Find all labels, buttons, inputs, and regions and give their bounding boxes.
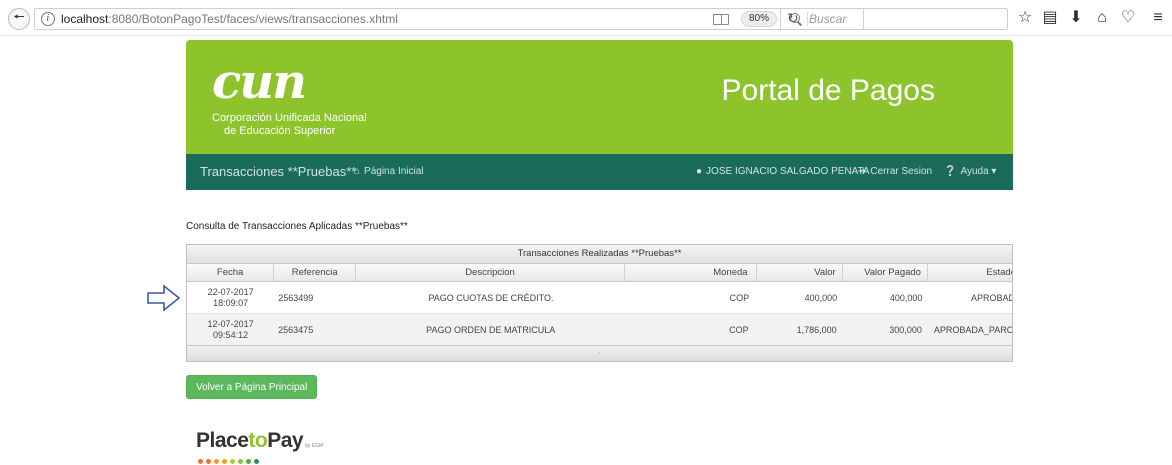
reader-view-icon[interactable] bbox=[713, 14, 729, 25]
download-icon[interactable]: ⬇ bbox=[1066, 8, 1086, 28]
url-host: localhost bbox=[61, 12, 109, 26]
page-title: Portal de Pagos bbox=[721, 74, 935, 107]
cell-fecha-time: 18:09:07 bbox=[213, 297, 249, 308]
nav-home-label: Página Inicial bbox=[364, 166, 424, 177]
cell-estado: APROBADA bbox=[970, 292, 1012, 303]
search-input[interactable]: Buscar bbox=[780, 8, 1008, 30]
search-icon bbox=[789, 12, 803, 26]
table-footer-paginator: · bbox=[187, 345, 1012, 361]
logo-subtitle-line1: Corporación Unificada Nacional bbox=[212, 112, 367, 124]
bookmarks-list-icon[interactable]: ▤ bbox=[1040, 8, 1060, 28]
cell-fecha: 12-07-2017 09:54:12 bbox=[187, 314, 274, 345]
cell-fecha: 22-07-2017 18:09:07 bbox=[187, 282, 274, 313]
zoom-level[interactable]: 80% bbox=[741, 11, 778, 27]
menu-icon[interactable]: ≡ bbox=[1148, 8, 1168, 28]
cell-referencia: 2563475 bbox=[278, 324, 314, 335]
nav-brand[interactable]: Transacciones **Pruebas** bbox=[200, 164, 356, 179]
home-icon: ⌂ bbox=[354, 166, 361, 177]
cell-valor-pagado: 400,000 bbox=[889, 292, 923, 303]
column-header-descripcion[interactable]: Descripcion bbox=[356, 264, 625, 281]
cell-valor-pagado: 300,000 bbox=[889, 324, 922, 335]
placetopay-dot bbox=[230, 459, 235, 464]
placetopay-dot bbox=[238, 459, 243, 464]
column-header-referencia[interactable]: Referencia bbox=[274, 264, 357, 281]
ptp-to: to bbox=[248, 429, 268, 452]
placetopay-dot bbox=[198, 459, 203, 464]
bookmark-star-icon[interactable]: ☆ bbox=[1015, 8, 1035, 28]
table-body: Fecha Referencia Descripcion Moneda Valo… bbox=[187, 264, 1013, 346]
search-placeholder: Buscar bbox=[809, 12, 847, 26]
cell-fecha-time: 09:54:12 bbox=[213, 329, 249, 340]
cell-valor: 1,786,000 bbox=[796, 324, 837, 335]
nav-logout-link[interactable]: ➜ Cerrar Sesion bbox=[858, 166, 932, 177]
back-to-main-button[interactable]: Volver a Página Principal bbox=[186, 375, 318, 399]
nav-user[interactable]: ● JOSE IGNACIO SALGADO PENATA bbox=[696, 166, 870, 177]
cell-estado: APROBADA_PARCIAL bbox=[933, 324, 1013, 335]
cell-valor: 400,000 bbox=[804, 292, 838, 303]
ptp-place: Place bbox=[196, 429, 249, 452]
info-icon[interactable]: i bbox=[41, 12, 55, 26]
cell-fecha-date: 12-07-2017 bbox=[207, 318, 254, 329]
cell-descripcion: PAGO CUOTAS DE CRÉDITO. bbox=[428, 292, 554, 303]
pocket-icon[interactable]: ♡ bbox=[1118, 8, 1138, 28]
url-path: :8080/BotonPagoTest/faces/views/transacc… bbox=[108, 12, 398, 26]
cell-moneda: COP bbox=[729, 324, 749, 335]
question-circle-icon: ❔ bbox=[944, 166, 957, 177]
table-caption: Transacciones Realizadas **Pruebas** bbox=[187, 245, 1012, 264]
nav-help-label: Ayuda bbox=[960, 166, 989, 177]
home-icon[interactable]: ⌂ bbox=[1092, 8, 1112, 28]
placetopay-dot bbox=[246, 459, 251, 464]
placetopay-wordmark: PlacetoPay by EGM bbox=[196, 430, 323, 457]
nav-user-label: JOSE IGNACIO SALGADO PENATA bbox=[706, 166, 870, 177]
logo-subtitle-line2: de Educación Superior bbox=[224, 125, 336, 137]
column-header-estado[interactable]: Estado bbox=[928, 264, 1012, 281]
nav-logout-label: Cerrar Sesion bbox=[870, 166, 933, 177]
navigation-bar: Transacciones **Pruebas** ⌂ Página Inicia… bbox=[186, 154, 1013, 190]
ptp-pay: Pay bbox=[267, 429, 304, 452]
column-header-valor[interactable]: Valor bbox=[757, 264, 843, 281]
placetopay-dot bbox=[206, 459, 211, 464]
placetopay-dot bbox=[214, 459, 219, 464]
column-header-fecha[interactable]: Fecha bbox=[187, 264, 275, 281]
cun-logo: cun bbox=[212, 54, 307, 110]
table-row[interactable]: 22-07-2017 18:09:07 2563499 PAGO CUOTAS … bbox=[187, 282, 1012, 314]
caret-down-icon: ▾ bbox=[988, 166, 997, 177]
content-title: Consulta de Transacciones Aplicadas **Pr… bbox=[186, 221, 408, 232]
logo-subtitle: Corporación Unificada Nacional de Educac… bbox=[212, 112, 367, 138]
column-header-valor-pagado[interactable]: Valor Pagado bbox=[843, 264, 928, 281]
placetopay-logo: PlacetoPay by EGM bbox=[196, 430, 323, 464]
browser-toolbar: 🠔 i localhost:8080/BotonPagoTest/faces/v… bbox=[0, 0, 1172, 36]
address-bar[interactable]: i localhost:8080/BotonPagoTest/faces/vie… bbox=[34, 8, 864, 30]
cell-descripcion: PAGO ORDEN DE MATRICULA bbox=[426, 324, 556, 335]
nav-home-link[interactable]: ⌂ Página Inicial bbox=[354, 166, 424, 177]
column-header-moneda[interactable]: Moneda bbox=[625, 264, 757, 281]
table-header: Fecha Referencia Descripcion Moneda Valo… bbox=[187, 264, 1012, 282]
nav-help-dropdown[interactable]: ❔ Ayuda ▾ bbox=[944, 166, 996, 177]
portal-header: cun Corporación Unificada Nacional de Ed… bbox=[186, 40, 1013, 154]
table-row[interactable]: 12-07-2017 09:54:12 2563475 PAGO ORDEN D… bbox=[187, 314, 1013, 346]
sign-out-icon: ➜ bbox=[858, 166, 867, 177]
ptp-small: by EGM bbox=[305, 443, 324, 449]
placetopay-dot bbox=[222, 459, 227, 464]
transactions-table: Transacciones Realizadas **Pruebas** Fec… bbox=[186, 244, 1013, 362]
cell-fecha-date: 22-07-2017 bbox=[207, 286, 254, 297]
back-icon[interactable]: 🠔 bbox=[8, 8, 30, 30]
user-icon: ● bbox=[696, 166, 703, 177]
cell-moneda: COP bbox=[729, 292, 750, 303]
placetopay-dots bbox=[198, 459, 323, 464]
cell-referencia: 2563499 bbox=[278, 292, 314, 303]
arrow-right-icon bbox=[147, 284, 181, 312]
placetopay-dot bbox=[254, 459, 259, 464]
